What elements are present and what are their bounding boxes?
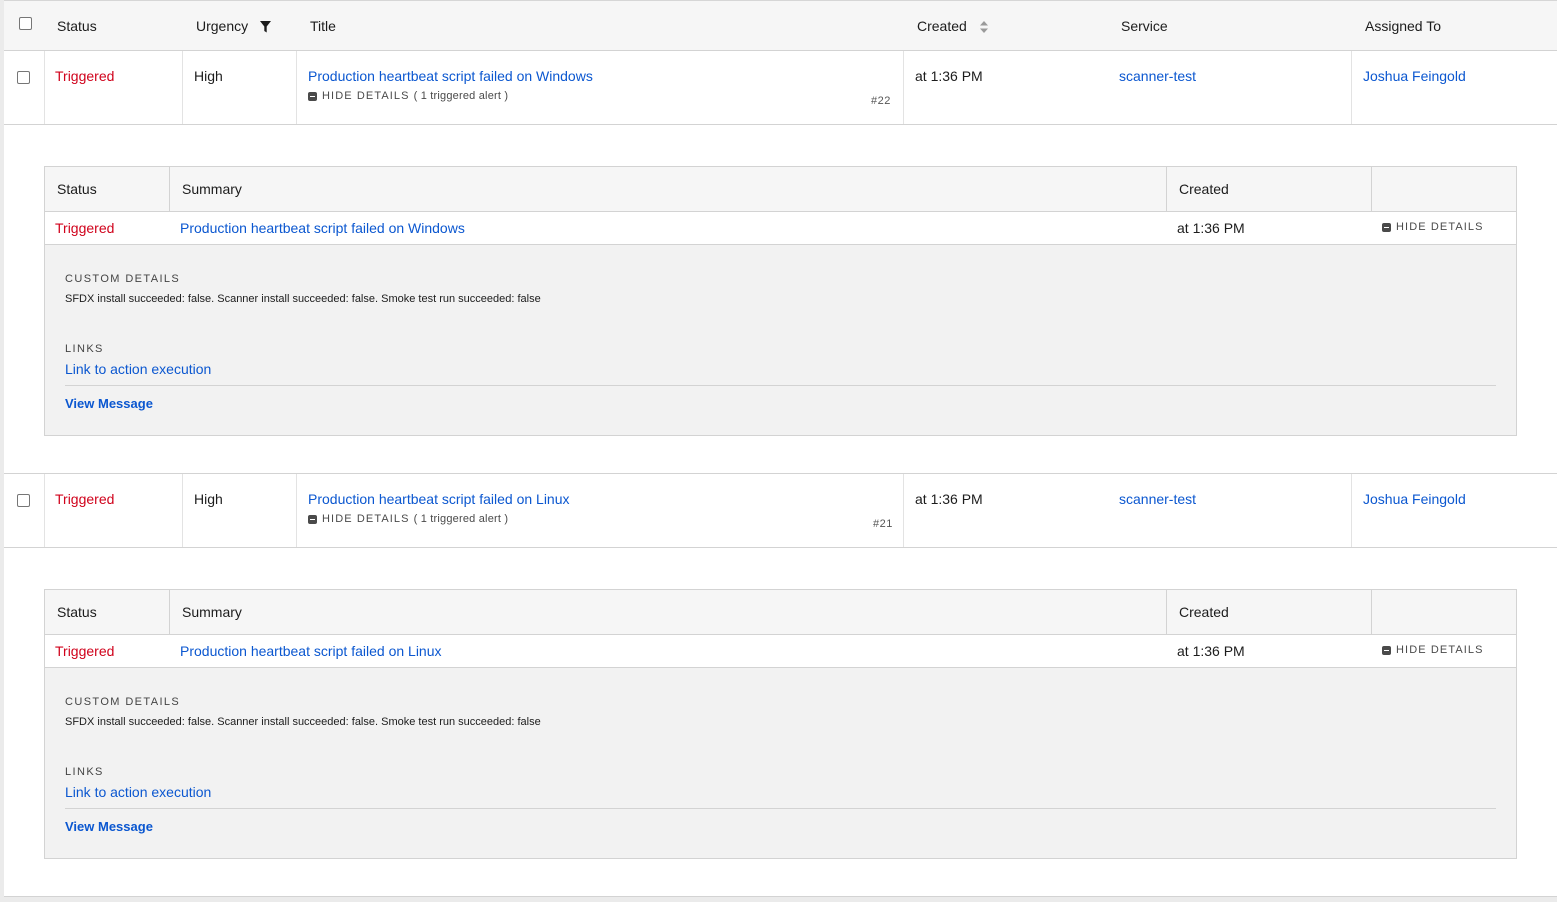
column-divider bbox=[44, 474, 45, 547]
incident-number: #21 bbox=[873, 518, 893, 530]
incident-details-panel: Status Summary Created Triggered Product… bbox=[4, 125, 1557, 474]
incident-checkbox[interactable] bbox=[17, 494, 30, 507]
alert-column-created: Created bbox=[1179, 181, 1229, 197]
alert-hide-details-toggle[interactable]: HIDE DETAILS bbox=[1382, 644, 1484, 656]
sort-icon[interactable] bbox=[980, 21, 988, 33]
incident-number: #22 bbox=[871, 95, 891, 107]
incident-title-link[interactable]: Production heartbeat script failed on Wi… bbox=[308, 68, 593, 84]
column-header-assigned-to[interactable]: Assigned To bbox=[1365, 18, 1441, 34]
incident-status: Triggered bbox=[55, 68, 115, 84]
collapse-icon bbox=[308, 91, 317, 101]
column-divider bbox=[903, 51, 904, 124]
column-divider bbox=[903, 474, 904, 547]
alert-row: Triggered Production heartbeat script fa… bbox=[45, 635, 1516, 668]
alert-summary-link[interactable]: Production heartbeat script failed on Li… bbox=[180, 643, 442, 659]
incident-urgency: High bbox=[194, 491, 223, 507]
incident-created: at 1:36 PM bbox=[915, 491, 983, 507]
alert-status: Triggered bbox=[55, 643, 115, 659]
alert-column-summary: Summary bbox=[182, 181, 242, 197]
alert-column-status: Status bbox=[57, 604, 97, 620]
incident-status: Triggered bbox=[55, 491, 115, 507]
incident-row: Triggered High Production heartbeat scri… bbox=[4, 51, 1557, 125]
incident-urgency: High bbox=[194, 68, 223, 84]
column-divider bbox=[1351, 51, 1352, 124]
custom-details-text: SFDX install succeeded: false. Scanner i… bbox=[65, 716, 541, 728]
alert-summary-link[interactable]: Production heartbeat script failed on Wi… bbox=[180, 220, 465, 236]
hide-details-label: HIDE DETAILS bbox=[322, 513, 410, 525]
incident-row: Triggered High Production heartbeat scri… bbox=[4, 474, 1557, 548]
column-header-title[interactable]: Title bbox=[310, 18, 336, 34]
column-divider bbox=[182, 51, 183, 124]
incident-service-link[interactable]: scanner-test bbox=[1119, 68, 1196, 84]
divider bbox=[65, 808, 1496, 809]
action-execution-link[interactable]: Link to action execution bbox=[65, 361, 211, 377]
table-header: Status Urgency Title Created Service Ass… bbox=[4, 1, 1557, 51]
alert-status: Triggered bbox=[55, 220, 115, 236]
hide-details-label: HIDE DETAILS bbox=[1396, 644, 1484, 656]
alert-details: Status Summary Created Triggered Product… bbox=[44, 589, 1517, 859]
alert-created: at 1:36 PM bbox=[1177, 643, 1245, 659]
incident-details-panel: Status Summary Created Triggered Product… bbox=[4, 548, 1557, 897]
alert-column-created: Created bbox=[1179, 604, 1229, 620]
incident-assignee-link[interactable]: Joshua Feingold bbox=[1363, 68, 1466, 84]
column-header-service[interactable]: Service bbox=[1121, 18, 1168, 34]
column-divider bbox=[296, 474, 297, 547]
incident-title-link[interactable]: Production heartbeat script failed on Li… bbox=[308, 491, 570, 507]
alert-hide-details-toggle[interactable]: HIDE DETAILS bbox=[1382, 221, 1484, 233]
alert-column-summary: Summary bbox=[182, 604, 242, 620]
hide-details-label: HIDE DETAILS bbox=[1396, 221, 1484, 233]
column-header-urgency[interactable]: Urgency bbox=[196, 18, 248, 34]
select-all-checkbox[interactable] bbox=[19, 17, 32, 30]
links-label: LINKS bbox=[65, 766, 104, 778]
column-divider bbox=[44, 51, 45, 124]
alert-created: at 1:36 PM bbox=[1177, 220, 1245, 236]
incidents-table: Status Urgency Title Created Service Ass… bbox=[4, 0, 1557, 897]
alert-count: ( 1 triggered alert ) bbox=[413, 90, 509, 102]
hide-details-toggle[interactable]: HIDE DETAILS( 1 triggered alert ) bbox=[308, 90, 508, 102]
incident-checkbox[interactable] bbox=[17, 71, 30, 84]
custom-details-label: CUSTOM DETAILS bbox=[65, 273, 181, 285]
custom-details-label: CUSTOM DETAILS bbox=[65, 696, 181, 708]
column-divider bbox=[182, 474, 183, 547]
alert-details: Status Summary Created Triggered Product… bbox=[44, 166, 1517, 436]
collapse-icon bbox=[308, 514, 317, 524]
custom-details-text: SFDX install succeeded: false. Scanner i… bbox=[65, 293, 541, 305]
filter-icon[interactable] bbox=[260, 21, 271, 33]
divider bbox=[65, 385, 1496, 386]
view-message-button[interactable]: View Message bbox=[65, 396, 153, 411]
column-header-status[interactable]: Status bbox=[57, 18, 97, 34]
view-message-button[interactable]: View Message bbox=[65, 819, 153, 834]
hide-details-toggle[interactable]: HIDE DETAILS( 1 triggered alert ) bbox=[308, 513, 508, 525]
alert-row: Triggered Production heartbeat script fa… bbox=[45, 212, 1516, 245]
alert-column-status: Status bbox=[57, 181, 97, 197]
column-header-created[interactable]: Created bbox=[917, 18, 967, 34]
column-divider bbox=[296, 51, 297, 124]
alert-count: ( 1 triggered alert ) bbox=[413, 513, 509, 525]
action-execution-link[interactable]: Link to action execution bbox=[65, 784, 211, 800]
links-label: LINKS bbox=[65, 343, 104, 355]
incident-service-link[interactable]: scanner-test bbox=[1119, 491, 1196, 507]
alert-table-header: Status Summary Created bbox=[45, 167, 1516, 212]
incident-created: at 1:36 PM bbox=[915, 68, 983, 84]
alert-table-header: Status Summary Created bbox=[45, 590, 1516, 635]
collapse-icon bbox=[1382, 645, 1391, 655]
hide-details-label: HIDE DETAILS bbox=[322, 90, 410, 102]
collapse-icon bbox=[1382, 222, 1391, 232]
incident-assignee-link[interactable]: Joshua Feingold bbox=[1363, 491, 1466, 507]
column-divider bbox=[1351, 474, 1352, 547]
